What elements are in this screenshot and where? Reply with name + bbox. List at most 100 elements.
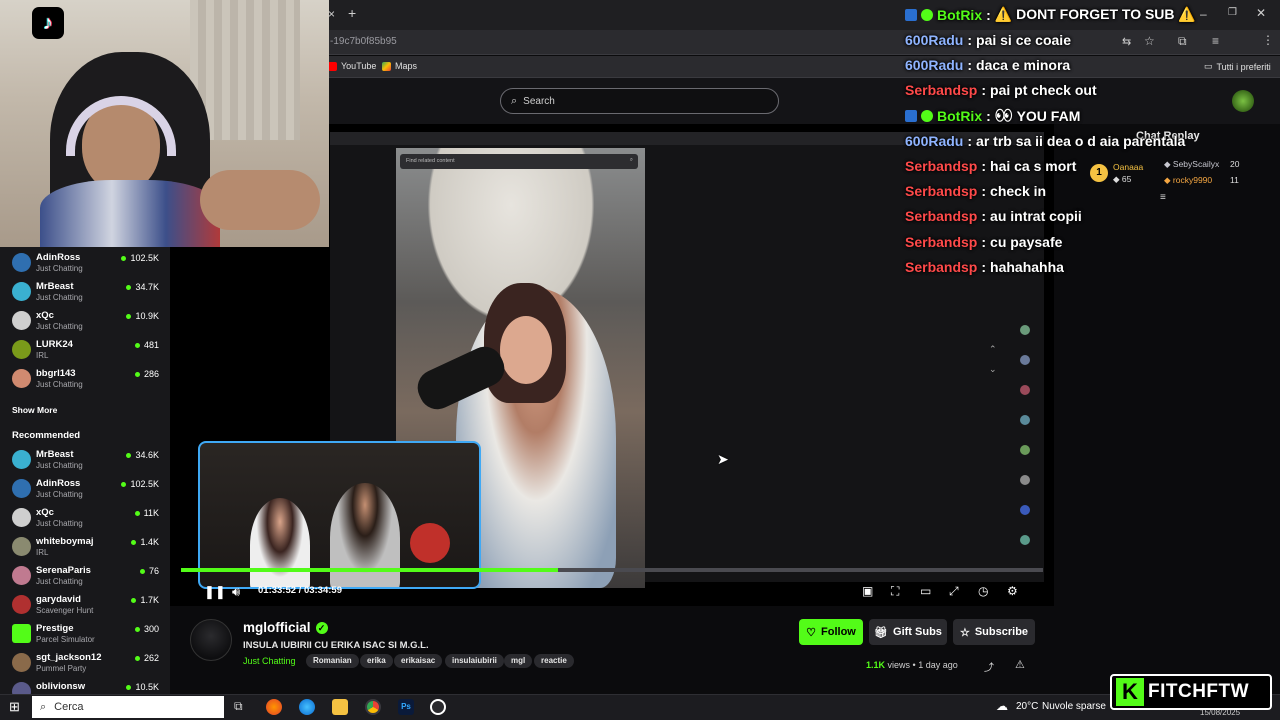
channel-name: sgt_jackson12 [36, 652, 102, 663]
sidebar-channel-adinross[interactable]: AdinRoss Just Chatting 102.5K [12, 252, 162, 281]
volume-icon[interactable]: 🔊︎ [232, 584, 240, 600]
obs-icon[interactable] [430, 699, 446, 715]
viewer-count: 34.7K [126, 282, 159, 292]
new-tab-icon[interactable]: + [348, 5, 356, 21]
photoshop-icon[interactable]: Ps [398, 699, 414, 715]
youtube-icon [328, 61, 337, 71]
channel-category: Just Chatting [36, 322, 83, 331]
viewer-count: 481 [134, 340, 159, 350]
miniplayer-icon[interactable]: ▣ [862, 584, 873, 598]
search-input[interactable]: ⌕ Search [500, 88, 779, 114]
kick-logo-icon: K [1116, 678, 1144, 706]
address-url[interactable]: -19c7b0f85b95 [330, 36, 397, 47]
tag-chip[interactable]: mgl [504, 654, 533, 668]
user-avatar[interactable] [1232, 90, 1254, 112]
live-dot-icon [134, 371, 140, 377]
leaderboard-count: 20 [1230, 159, 1240, 169]
bookmark-maps[interactable]: Maps [382, 61, 417, 71]
gift-subs-button[interactable]: 🎁︎ Gift Subs [869, 619, 947, 645]
menu-icon[interactable]: ⋮ [1262, 33, 1274, 47]
find-related-input[interactable]: Find related content ⌕ [400, 154, 638, 169]
sidebar-channel-garydavid[interactable]: garydavid Scavenger Hunt 1.7K [12, 594, 162, 623]
tag-chip[interactable]: insulaiubirii [445, 654, 504, 668]
sidebar-channel-xqc[interactable]: xQc Just Chatting 10.9K [12, 310, 162, 339]
bookmark-youtube[interactable]: YouTube [328, 61, 376, 71]
task-view-icon[interactable]: ⧉ [234, 699, 243, 714]
picture-in-picture-video[interactable] [198, 441, 481, 589]
viewer-count: 1.4K [131, 537, 159, 547]
close-window-icon[interactable]: ✕ [1256, 6, 1266, 20]
tag-chip[interactable]: erikaisac [394, 654, 443, 668]
sidebar-channel-mrbeast[interactable]: MrBeast Just Chatting 34.7K [12, 281, 162, 310]
edge-icon[interactable] [299, 699, 315, 715]
theater-mode-icon[interactable]: ▭ [920, 584, 931, 598]
find-placeholder: Find related content [406, 158, 455, 164]
playlist-icon[interactable]: ≡ [1212, 34, 1219, 48]
channel-name: SerenaParis [36, 565, 91, 576]
chrome-icon[interactable] [365, 699, 381, 715]
chat-line: 600Radu: ar trb sa ii dea o d aia parent… [905, 133, 1186, 149]
scroll-down-icon[interactable]: ⌄ [989, 364, 997, 375]
sidebar-channel-mrbeast[interactable]: MrBeast Just Chatting 34.6K [12, 449, 162, 478]
channel-category: Just Chatting [36, 519, 83, 528]
search-icon: ⌕ [511, 94, 518, 107]
windows-start-icon[interactable]: ⊞ [9, 699, 20, 715]
tag-chip[interactable]: reactie [534, 654, 574, 668]
weather-desc: Nuvole sparse [1042, 701, 1106, 712]
channel-category: Just Chatting [36, 264, 83, 273]
streamer-avatar[interactable] [190, 619, 232, 661]
viewer-count: 102.5K [121, 479, 159, 489]
live-dot-icon [131, 539, 137, 545]
category-link[interactable]: Just Chatting [243, 656, 296, 666]
all-bookmarks[interactable]: ▭ Tutti i preferiti [1204, 61, 1271, 72]
file-explorer-icon[interactable] [332, 699, 348, 715]
share-icon[interactable]: ⤴ [984, 659, 994, 674]
taskbar-search[interactable]: ⌕ Cerca [32, 696, 224, 718]
pause-button[interactable]: ❚❚ [204, 584, 226, 600]
heart-icon: ♡ [806, 626, 817, 639]
sidebar-channel-oblivionsw[interactable]: oblivionsw 10.5K [12, 681, 162, 694]
channel-name: AdinRoss [36, 478, 81, 489]
show-more-link[interactable]: Show More [12, 405, 57, 415]
channel-category: Just Chatting [36, 577, 83, 586]
arm-shape [200, 170, 320, 230]
chat-line: Serbandsp: pai pt check out [905, 82, 1097, 98]
sidebar-channel-bbgrl143[interactable]: bbgrl143 Just Chatting 286 [12, 368, 162, 397]
follow-button[interactable]: ♡ Follow [799, 619, 863, 645]
channel-name: whiteboymaj [36, 536, 94, 547]
player-controls: ❚❚ 🔊︎ 01:33:52 / 03:34:59 ▣ ⛶ ▭ ⤢ ◷ ⚙ [170, 578, 1054, 606]
streamer-name[interactable]: mglofficial ✓ [243, 620, 328, 635]
sidebar-channel-sgt-jackson12[interactable]: sgt_jackson12 Pummel Party 262 [12, 652, 162, 681]
sidebar-channel-adinross[interactable]: AdinRoss Just Chatting 102.5K [12, 478, 162, 507]
sidebar-channel-xqc[interactable]: xQc Just Chatting 11K [12, 507, 162, 536]
clip-icon[interactable]: ⛶ [891, 584, 899, 599]
speed-icon[interactable]: ◷ [978, 584, 988, 598]
sidebar-channel-serenaparis[interactable]: SerenaParis Just Chatting 76 [12, 565, 162, 594]
fullscreen-icon[interactable]: ⤢ [949, 584, 959, 599]
live-dot-icon [126, 684, 132, 690]
firefox-icon[interactable] [266, 699, 282, 715]
sidebar-channel-prestige[interactable]: Prestige Parcel Simulator 300 [12, 623, 162, 652]
live-dot-icon [121, 255, 127, 261]
subscribe-button[interactable]: ☆ Subscribe [953, 619, 1035, 645]
avatar [12, 624, 31, 643]
report-icon[interactable]: ⚠ [1015, 658, 1025, 671]
eyes-emote-icon: 👀︎ [994, 107, 1013, 123]
close-tab-icon[interactable]: × [328, 7, 335, 21]
tag-chip[interactable]: Romanian [306, 654, 359, 668]
viewer-count: 262 [134, 653, 159, 663]
maximize-icon[interactable]: ❐ [1228, 7, 1237, 18]
sidebar-channel-whiteboymaj[interactable]: whiteboymaj IRL 1.4K [12, 536, 162, 565]
live-dot-icon [126, 452, 132, 458]
scroll-up-icon[interactable]: ⌃ [989, 344, 997, 355]
channel-name: xQc [36, 310, 54, 321]
settings-gear-icon[interactable]: ⚙ [1007, 584, 1018, 598]
tag-chip[interactable]: erika [360, 654, 393, 668]
live-dot-icon [134, 510, 140, 516]
speaker-shape [410, 523, 450, 563]
sidebar-channel-lurk24[interactable]: LURK24 IRL 481 [12, 339, 162, 368]
verified-icon: ✓ [315, 621, 328, 634]
weather-icon: ☁ [996, 699, 1008, 713]
chat-overlay: BotRix: ⚠️ DONT FORGET TO SUB ⚠️ 600Radu… [905, 4, 1205, 284]
live-dot-icon [131, 597, 137, 603]
